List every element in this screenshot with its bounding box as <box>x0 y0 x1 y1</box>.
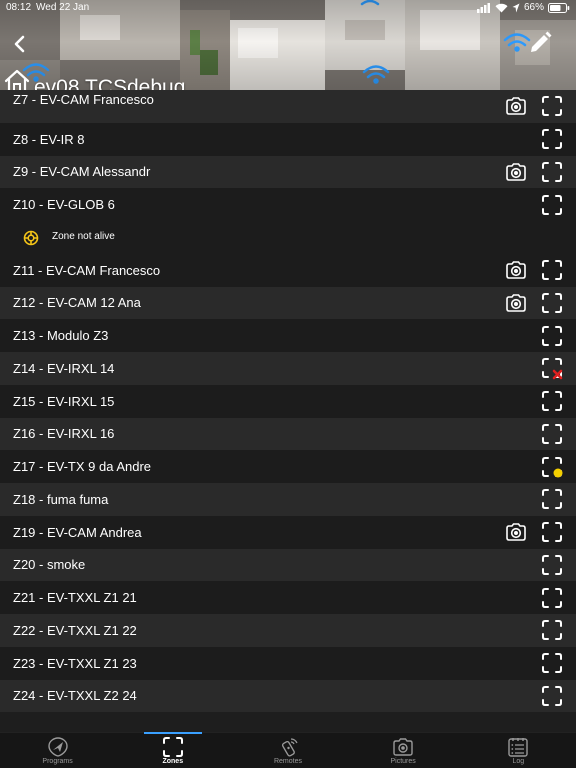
zone-frame-icon[interactable] <box>540 684 564 708</box>
zone-row[interactable]: Z18 - fuma fuma <box>0 483 576 516</box>
zone-label: Z16 - EV-IRXL 16 <box>13 426 115 442</box>
zone-row[interactable]: Z10 - EV-GLOB 6 <box>0 188 576 221</box>
zone-row[interactable]: Z11 - EV-CAM Francesco <box>0 253 576 287</box>
status-date: Wed 22 Jan <box>36 2 90 13</box>
zone-frame-icon[interactable] <box>540 487 564 511</box>
tab-pictures[interactable]: Pictures <box>346 733 461 768</box>
zone-row[interactable]: Z16 - EV-IRXL 16 <box>0 417 576 451</box>
zone-frame-icon[interactable] <box>540 586 564 610</box>
zone-row[interactable]: Z19 - EV-CAM Andrea <box>0 515 576 549</box>
zone-label: Z18 - fuma fuma <box>13 491 109 507</box>
zone-label: Z17 - EV-TX 9 da Andre <box>13 459 152 475</box>
zone-frame-icon[interactable] <box>540 324 564 348</box>
status-right: 66% <box>476 2 570 13</box>
zone-label: Z24 - EV-TXXL Z2 24 <box>13 688 137 704</box>
zone-row[interactable]: Z8 - EV-IR 8 <box>0 122 576 156</box>
tab-zones[interactable]: Zones <box>115 733 230 768</box>
zone-label: Z7 - EV-CAM Francesco <box>13 92 154 107</box>
zone-row[interactable]: Z21 - EV-TXXL Z1 21 <box>0 581 576 614</box>
edit-button[interactable] <box>527 30 553 56</box>
chevron-left-icon <box>14 35 25 53</box>
zone-label: Z23 - EV-TXXL Z1 23 <box>13 655 137 671</box>
zone-frame-icon[interactable] <box>540 291 564 315</box>
zone-frame-icon[interactable] <box>540 127 564 151</box>
zone-row[interactable]: Z12 - EV-CAM 12 Ana <box>0 286 576 320</box>
tab-log[interactable]: Log <box>461 733 576 768</box>
status-time: 08:12 <box>6 2 32 13</box>
zone-list[interactable]: Z7 - EV-CAM Francesco Z8 - EV-IR 8 Z9 - EV… <box>0 90 576 713</box>
tab-label: Remotes <box>273 758 302 765</box>
zone-status-row: Zone not alive <box>0 221 576 254</box>
camera-icon[interactable] <box>505 521 527 543</box>
remote-control-icon <box>281 738 298 757</box>
pencil-icon <box>531 31 552 52</box>
zone-frame-icon[interactable] <box>540 389 564 413</box>
zone-row[interactable]: Z9 - EV-CAM Alessandr <box>0 155 576 189</box>
zone-row[interactable]: Z15 - EV-IRXL 15 <box>0 384 576 418</box>
zone-label: Z13 - Modulo Z3 <box>13 328 109 344</box>
zone-label: Z19 - EV-CAM Andrea <box>13 524 142 540</box>
zone-label: Z21 - EV-TXXL Z1 21 <box>13 590 137 606</box>
zone-label: Z11 - EV-CAM Francesco <box>13 262 161 278</box>
tab-label: Pictures <box>390 758 416 765</box>
zone-frame-icon[interactable] <box>540 553 564 577</box>
zone-row[interactable]: Z22 - EV-TXXL Z1 22 <box>0 614 576 647</box>
zone-excluded-icon[interactable] <box>540 356 564 380</box>
zone-frame-icon[interactable] <box>540 618 564 642</box>
wifi-icon <box>495 3 508 12</box>
zone-row[interactable]: Z23 - EV-TXXL Z1 23 <box>0 646 576 680</box>
location-icon <box>512 3 520 12</box>
zone-label: Z12 - EV-CAM 12 Ana <box>13 295 141 311</box>
status-bar: 08:12 Wed 22 Jan 66% <box>0 0 576 16</box>
zone-warning-icon[interactable] <box>540 455 564 479</box>
signal-icon <box>476 2 490 13</box>
camera-icon[interactable] <box>505 95 527 117</box>
zone-label: Z8 - EV-IR 8 <box>13 131 85 147</box>
zone-row[interactable]: Z13 - Modulo Z3 <box>0 319 576 352</box>
camera-icon[interactable] <box>505 292 527 314</box>
zone-label: Z9 - EV-CAM Alessandr <box>13 164 151 180</box>
back-button[interactable] <box>8 32 32 56</box>
tab-bar: Programs Zones Remotes Pictures Log <box>0 732 576 768</box>
tab-label: Log <box>512 758 525 765</box>
zone-frame-icon <box>162 737 183 757</box>
zone-frame-icon[interactable] <box>540 651 564 675</box>
tab-label: Programs <box>42 758 73 765</box>
zone-frame-icon[interactable] <box>540 94 564 118</box>
zone-label: Z15 - EV-IRXL 15 <box>13 393 115 409</box>
active-tab-indicator <box>144 732 202 734</box>
shield-plane-icon <box>47 737 68 757</box>
zone-frame-icon[interactable] <box>540 520 564 544</box>
zone-row[interactable]: Z14 - EV-IRXL 14 <box>0 352 576 385</box>
zone-label: Z14 - EV-IRXL 14 <box>13 360 115 376</box>
log-list-icon <box>508 738 529 757</box>
zone-row[interactable]: Z17 - EV-TX 9 da Andre <box>0 450 576 483</box>
zone-frame-icon[interactable] <box>540 258 564 282</box>
tab-remotes[interactable]: Remotes <box>230 733 345 768</box>
header: 08:12 Wed 22 Jan 66% ev08 TCSdebug <box>0 0 576 104</box>
zone-frame-icon[interactable] <box>540 160 564 184</box>
lifebuoy-icon <box>23 230 39 246</box>
zone-row[interactable]: Z20 - smoke <box>0 548 576 582</box>
zone-label: Z10 - EV-GLOB 6 <box>13 197 115 213</box>
camera-icon[interactable] <box>505 161 527 183</box>
zone-frame-icon[interactable] <box>540 422 564 446</box>
zone-label: Z20 - smoke <box>13 557 86 573</box>
battery-icon <box>548 2 570 13</box>
camera-icon <box>393 738 413 756</box>
zone-row[interactable]: Z24 - EV-TXXL Z2 24 <box>0 679 576 713</box>
zone-frame-icon[interactable] <box>540 193 564 217</box>
zone-status-label: Zone not alive <box>52 231 115 242</box>
zone-row[interactable]: Z7 - EV-CAM Francesco <box>0 90 576 123</box>
camera-icon[interactable] <box>505 259 527 281</box>
battery-percent: 66% <box>523 2 544 13</box>
tab-label: Zones <box>162 758 184 765</box>
zone-label: Z22 - EV-TXXL Z1 22 <box>13 622 137 638</box>
tab-programs[interactable]: Programs <box>0 733 115 768</box>
